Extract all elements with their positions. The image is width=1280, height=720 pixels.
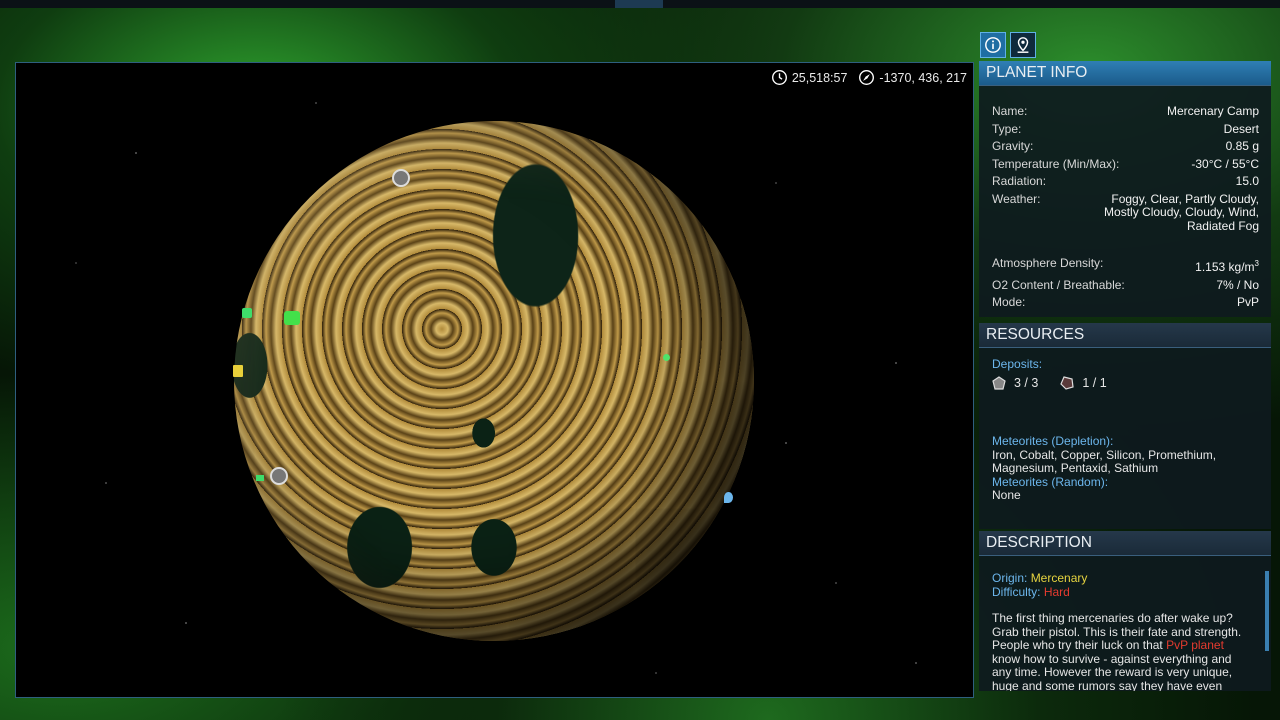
meteorites-random-label: Meteorites (Random): <box>992 474 1109 489</box>
info-row-weather: Weather: Foggy, Clear, Partly Cloudy, Mo… <box>992 191 1259 233</box>
deposit-count-ore: 3 / 3 <box>1014 376 1039 390</box>
info-row-temperature: Temperature (Min/Max): -30°C / 55°C <box>979 156 1271 174</box>
arrow-marker-icon[interactable] <box>256 475 264 481</box>
deposit-count-crystal: 1 / 1 <box>1082 376 1107 390</box>
game-time: 25,518:57 <box>791 70 848 85</box>
planet-radiation: 15.0 <box>1235 174 1259 188</box>
info-icon <box>985 37 1001 53</box>
map-pin-tab[interactable] <box>1010 32 1036 58</box>
planet-type: Desert <box>1223 121 1259 136</box>
pvp-planet-highlight: PvP planet <box>1166 638 1224 652</box>
meteorites-random-value: None <box>992 488 1021 502</box>
hud-readout: 25,518:57 -1370, 436, 217 <box>771 69 967 86</box>
meteorites-depletion-label: Meteorites (Depletion): <box>992 434 1114 448</box>
top-bar-indicator <box>615 0 663 8</box>
difficulty-value: Hard <box>1043 584 1070 599</box>
panel-tabs <box>980 32 1036 58</box>
info-row-mode: Mode: PvP <box>979 294 1271 312</box>
clock-icon <box>771 70 787 85</box>
player-coordinates: -1370, 436, 217 <box>879 70 967 85</box>
planet-globe[interactable] <box>234 121 754 641</box>
planet-gravity: 0.85 g <box>1225 139 1259 153</box>
planet-name: Mercenary Camp <box>1166 104 1259 118</box>
player-marker-icon[interactable] <box>284 311 300 325</box>
info-row-gravity: Gravity: 0.85 g <box>979 138 1271 156</box>
crystal-ore-icon <box>1060 376 1074 390</box>
description-scrollbar[interactable] <box>1265 571 1269 651</box>
planet-info-header: PLANET INFO <box>979 61 1271 86</box>
info-row-radiation: Radiation: 15.0 <box>979 173 1271 191</box>
waypoint-marker-icon[interactable] <box>724 492 733 503</box>
resources-panel: RESOURCES Deposits: 3 / 3 1 / 1 Meteorit… <box>979 323 1271 529</box>
info-row-name: Name: Mercenary Camp <box>979 103 1271 121</box>
resources-header: RESOURCES <box>979 323 1271 348</box>
planet-weather: Foggy, Clear, Partly Cloudy, Mostly Clou… <box>1104 191 1259 233</box>
deposits-list: 3 / 3 1 / 1 <box>979 376 1271 390</box>
poi-marker-icon[interactable] <box>233 365 243 377</box>
planet-mode: PvP <box>1236 295 1259 309</box>
description-header: DESCRIPTION <box>979 531 1271 556</box>
planet-o2: 7% / No <box>1216 277 1259 292</box>
deposit-marker-icon[interactable] <box>392 169 410 187</box>
info-row-atmosphere: Atmosphere Density: 1.153 kg/m3 <box>979 255 1271 277</box>
ore-rock-icon <box>992 376 1006 390</box>
planet-temperature: -30°C / 55°C <box>1191 156 1259 171</box>
top-bar <box>0 0 1280 8</box>
difficulty-line: Difficulty: Hard <box>992 584 1070 599</box>
base-marker-icon[interactable] <box>242 308 252 318</box>
origin-line: Origin: Mercenary <box>992 571 1088 585</box>
map-pin-icon <box>1017 37 1029 53</box>
deposits-label: Deposits: <box>992 357 1043 371</box>
info-tab[interactable] <box>980 32 1006 58</box>
meteorites-depletion-list: Iron, Cobalt, Copper, Silicon, Promethiu… <box>992 447 1217 475</box>
deposit-marker-icon[interactable] <box>270 467 288 485</box>
compass-icon <box>859 70 875 85</box>
drone-marker-icon[interactable] <box>663 354 670 361</box>
planet-viewport[interactable]: 25,518:57 -1370, 436, 217 <box>15 62 974 698</box>
info-row-type: Type: Desert <box>979 121 1271 139</box>
description-panel[interactable]: DESCRIPTION Origin: Mercenary Difficulty… <box>979 531 1271 691</box>
planet-atmosphere-density: 1.153 kg/m3 <box>1195 259 1259 274</box>
info-row-o2: O2 Content / Breathable: 7% / No <box>979 277 1271 295</box>
origin-value: Mercenary <box>1030 571 1088 585</box>
description-text: The first thing mercenaries do after wak… <box>992 611 1242 691</box>
planet-info-panel: PLANET INFO Name: Mercenary Camp Type: Des… <box>979 61 1271 317</box>
